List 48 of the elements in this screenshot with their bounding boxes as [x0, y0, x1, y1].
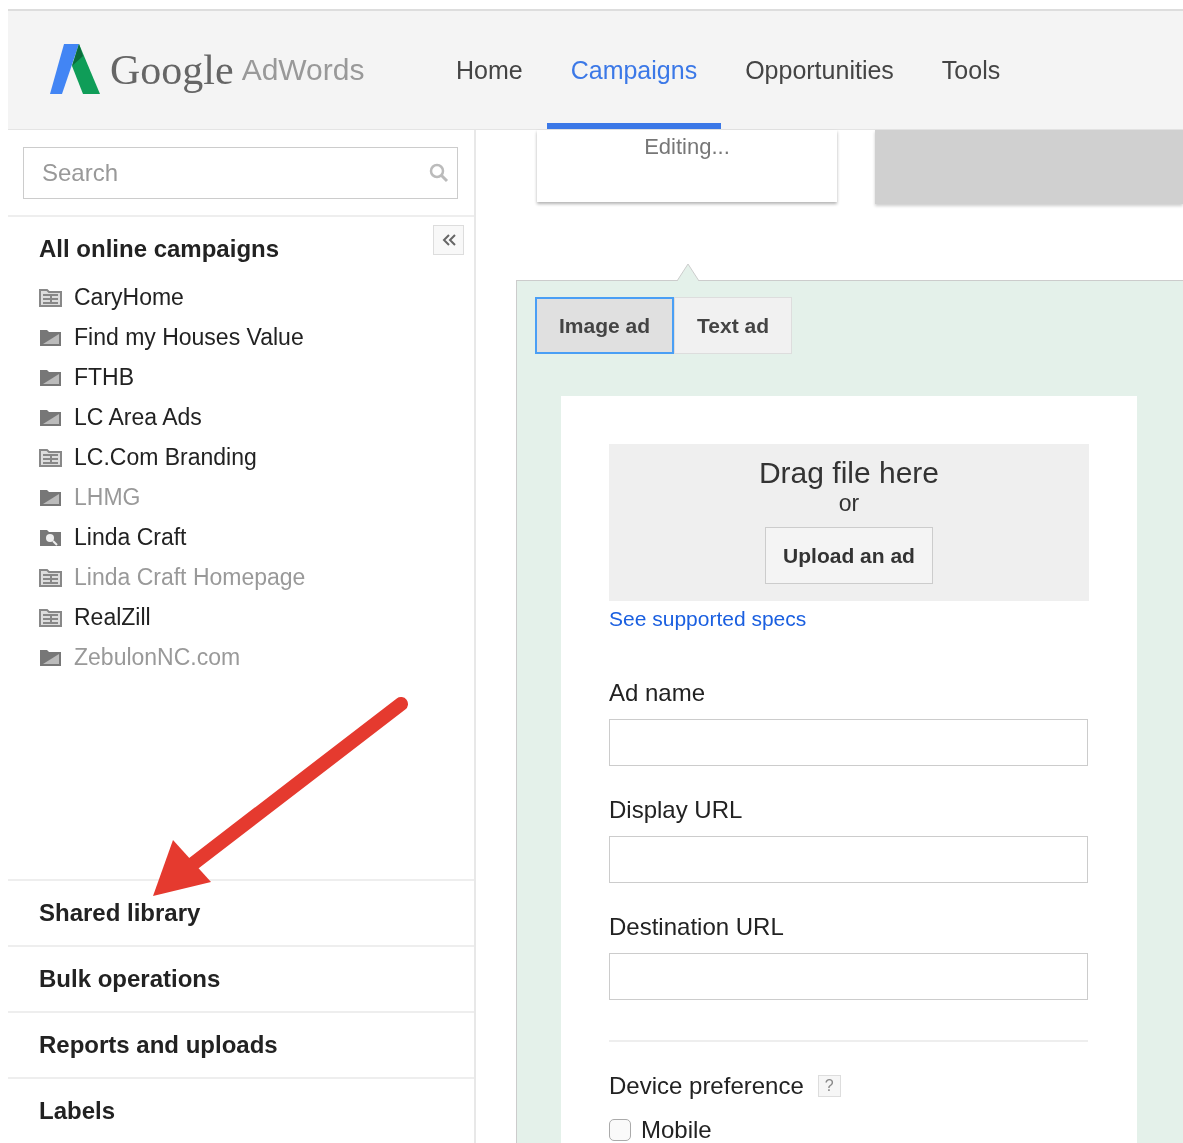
folder-icon — [39, 647, 62, 667]
ad-type-tab[interactable]: Image ad — [535, 297, 675, 354]
editing-status: Editing... — [644, 134, 730, 161]
drop-zone[interactable]: Drag file here or Upload an ad — [609, 444, 1089, 601]
drop-title: Drag file here — [758, 456, 940, 490]
field-label: Destination URL — [609, 913, 785, 941]
grid-folder-icon — [39, 447, 62, 467]
campaign-link[interactable]: FTHB — [74, 363, 135, 391]
campaign-link[interactable]: LC.Com Branding — [74, 443, 257, 471]
sidebar-title: All online campaigns — [39, 235, 280, 263]
specs-link[interactable]: See supported specs — [609, 607, 807, 631]
nav-tab[interactable]: Opportunities — [721, 11, 918, 129]
grid-folder-icon — [39, 607, 62, 627]
double-chevron-icon — [440, 233, 457, 247]
folder-icon — [39, 327, 62, 347]
or-text: or — [838, 490, 860, 517]
search-folder-icon — [39, 527, 62, 547]
folder-icon — [39, 487, 62, 507]
product-name: AdWords — [241, 53, 365, 87]
folder-icon — [39, 367, 62, 387]
campaign-link[interactable]: Linda Craft — [74, 523, 187, 551]
search-field[interactable]: Search — [23, 147, 458, 199]
campaign-link[interactable]: LC Area Ads — [74, 403, 202, 431]
input-field[interactable] — [609, 719, 1088, 766]
grid-folder-icon — [39, 567, 62, 587]
ad-type-tab[interactable]: Text ad — [674, 297, 792, 354]
sidebar-section[interactable]: Reports and uploads — [8, 1011, 474, 1077]
campaign-link[interactable]: Find my Houses Value — [74, 323, 304, 351]
logo-text: Google — [110, 46, 234, 94]
grid-folder-icon — [39, 287, 62, 307]
input-field[interactable] — [609, 953, 1088, 1000]
logo-icon — [50, 44, 100, 96]
search-icon — [428, 162, 450, 184]
collapse-button[interactable] — [433, 225, 464, 255]
nav-tab[interactable]: Home — [432, 11, 547, 129]
upload-button[interactable]: Upload an ad — [765, 527, 933, 584]
field-label: Device preference — [609, 1072, 804, 1100]
checkbox[interactable] — [609, 1119, 631, 1141]
field-label: Display URL — [609, 796, 744, 824]
sidebar-section[interactable]: Bulk operations — [8, 945, 474, 1011]
checkbox-label: Mobile — [641, 1116, 712, 1143]
folder-icon — [39, 407, 62, 427]
campaign-link[interactable]: CaryHome — [74, 283, 184, 311]
sidebar-section[interactable]: Labels — [8, 1077, 474, 1143]
input-field[interactable] — [609, 836, 1088, 883]
field-label: Ad name — [609, 679, 707, 707]
nav-tab[interactable]: Tools — [917, 11, 1025, 129]
campaign-link[interactable]: RealZill — [74, 603, 151, 631]
